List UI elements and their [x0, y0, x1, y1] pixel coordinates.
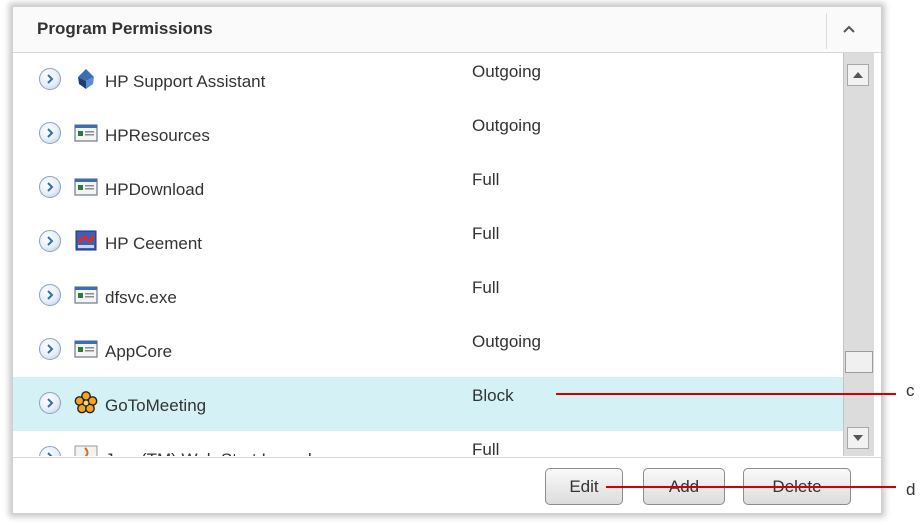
table-row[interactable]: HPDownload Full: [13, 161, 843, 216]
scroll-down-button[interactable]: [847, 427, 869, 449]
table-row[interactable]: Java(TM) Web Start Launcher Full: [13, 431, 843, 456]
chevron-right-icon[interactable]: [39, 392, 61, 414]
generic-app-icon: [74, 175, 98, 199]
program-permission: Block: [472, 386, 514, 405]
hp-support-assistant-icon: [74, 67, 98, 91]
program-name: HP Ceement: [105, 234, 203, 253]
chevron-right-icon[interactable]: [39, 446, 61, 456]
program-permission: Full: [472, 440, 500, 456]
chevron-right-icon[interactable]: [39, 68, 61, 90]
program-permission: Full: [472, 278, 500, 297]
callout-label-c: c: [906, 381, 915, 400]
program-name: GoToMeeting: [105, 396, 207, 415]
program-permission: Full: [472, 170, 500, 189]
program-permissions-panel: Program Permissions HP Support Assistant…: [12, 6, 882, 514]
program-permission: Outgoing: [472, 116, 541, 135]
gotomeeting-icon: [74, 391, 98, 415]
table-row[interactable]: dfsvc.exe Full: [13, 269, 843, 324]
program-name: HPResources: [105, 126, 210, 145]
program-permission: Outgoing: [472, 332, 541, 351]
panel-header: Program Permissions: [13, 7, 881, 53]
chevron-up-icon[interactable]: [837, 17, 861, 41]
triangle-down-icon: [853, 435, 863, 441]
program-list: HP Support Assistant Outgoing HPResources O…: [13, 53, 843, 456]
chevron-right-icon[interactable]: [39, 176, 61, 198]
generic-app-icon: [74, 337, 98, 361]
scroll-thumb[interactable]: [845, 351, 873, 373]
program-permission: Outgoing: [472, 62, 541, 81]
table-row[interactable]: AppCore Outgoing: [13, 323, 843, 378]
chevron-right-icon[interactable]: [39, 284, 61, 306]
header-divider: [826, 13, 827, 49]
scroll-up-button[interactable]: [847, 64, 869, 86]
triangle-up-icon: [853, 72, 863, 78]
program-name: HP Support Assistant: [105, 72, 266, 91]
generic-app-icon: [74, 121, 98, 145]
callout-line-d: [606, 486, 896, 488]
program-name: dfsvc.exe: [105, 288, 177, 307]
callout-line-c: [556, 393, 896, 395]
chevron-right-icon[interactable]: [39, 230, 61, 252]
program-name: HPDownload: [105, 180, 205, 199]
chevron-right-icon[interactable]: [39, 338, 61, 360]
hp-ceement-icon: [74, 229, 98, 253]
program-name: AppCore: [105, 342, 173, 361]
table-row[interactable]: HP Support Assistant Outgoing: [13, 53, 843, 108]
table-row[interactable]: HP Ceement Full: [13, 215, 843, 270]
panel-title: Program Permissions: [37, 19, 213, 38]
program-name: Java(TM) Web Start Launcher: [105, 450, 332, 456]
generic-app-icon: [74, 283, 98, 307]
java-icon: [74, 445, 98, 456]
vertical-scrollbar[interactable]: [843, 53, 874, 456]
callout-label-d: d: [906, 480, 916, 499]
table-row[interactable]: GoToMeeting Block: [13, 377, 843, 432]
program-permission: Full: [472, 224, 500, 243]
chevron-right-icon[interactable]: [39, 122, 61, 144]
table-row[interactable]: HPResources Outgoing: [13, 107, 843, 162]
